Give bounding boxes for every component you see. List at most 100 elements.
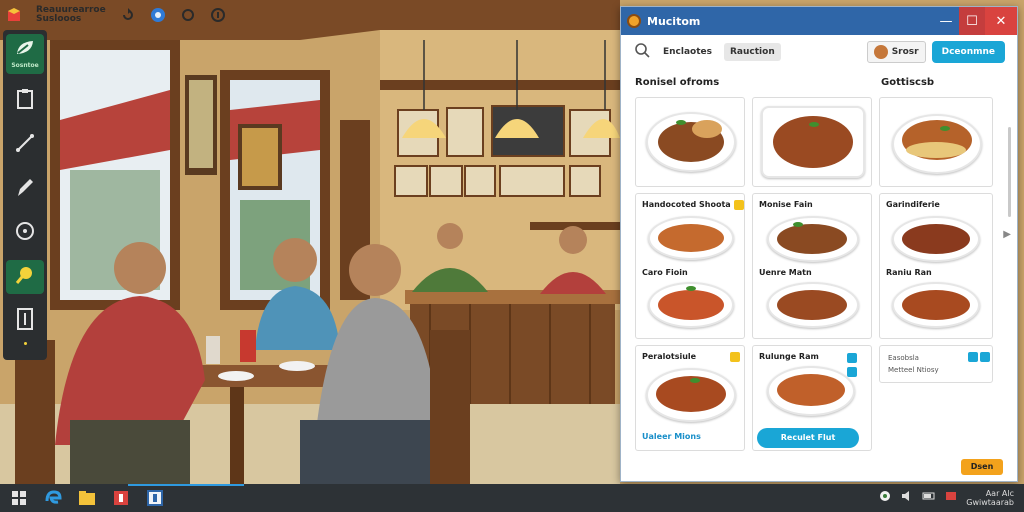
close-button[interactable]: ✕ xyxy=(985,7,1017,35)
window-titlebar[interactable]: Mucitom — ☐ ✕ xyxy=(621,7,1017,35)
card-label: Caro Fioin xyxy=(642,268,688,277)
office-app-icon[interactable] xyxy=(112,489,130,507)
dish-card[interactable] xyxy=(752,97,872,187)
info-line1: Easobsla xyxy=(888,354,919,362)
user-label: Srosr xyxy=(891,47,919,57)
star-badge-icon xyxy=(730,352,740,362)
tray-title: Reauurearroe Suslooos xyxy=(36,6,106,24)
dock-pen-button[interactable] xyxy=(6,172,44,206)
card-label: Monise Fain xyxy=(759,200,813,209)
notification-icon[interactable] xyxy=(944,488,958,507)
garnish-leaf xyxy=(686,286,696,291)
dish-card[interactable] xyxy=(879,97,993,187)
target-icon xyxy=(14,220,36,246)
card-label: Peralotsiule xyxy=(642,352,697,361)
card-label: Raniu Ran xyxy=(886,268,932,277)
line-tool-icon xyxy=(14,132,36,158)
primary-action-button[interactable]: Dceonmne xyxy=(931,41,1005,63)
edit-icon[interactable] xyxy=(968,352,978,362)
info-card[interactable]: Easobsla Metteel Ntiosy xyxy=(879,345,993,383)
clipboard-icon xyxy=(15,88,35,114)
document-icon xyxy=(15,307,35,335)
garnish-leaf xyxy=(940,126,950,131)
top-tray: Reauurearroe Suslooos xyxy=(0,0,226,30)
pinned-app-icon[interactable] xyxy=(146,489,164,507)
file-explorer-icon[interactable] xyxy=(78,489,96,507)
browser-icon[interactable] xyxy=(150,7,166,23)
window-title: Mucitom xyxy=(647,14,701,28)
reload-icon[interactable] xyxy=(180,7,196,23)
left-dock: Sosntoe xyxy=(3,30,47,360)
maximize-button[interactable]: ☐ xyxy=(959,7,985,35)
dish-card[interactable]: Monise Fain Uenre Matn xyxy=(752,193,872,339)
app-logo-icon xyxy=(627,14,641,28)
dish-card[interactable]: Garindiferie Raniu Ran xyxy=(879,193,993,339)
dish-food xyxy=(658,224,724,252)
minimize-button[interactable]: — xyxy=(933,7,959,35)
dish-noodles xyxy=(906,142,966,158)
dock-search-button[interactable] xyxy=(6,260,44,294)
tab-rauction[interactable]: Rauction xyxy=(724,43,781,61)
dish-food xyxy=(658,290,724,320)
select-dish-button[interactable]: Reculet Flut xyxy=(757,428,859,448)
user-button[interactable]: Srosr xyxy=(866,41,926,63)
volume-icon[interactable] xyxy=(900,488,914,507)
star-badge-icon xyxy=(734,200,744,210)
pen-icon xyxy=(14,176,36,202)
card-label: Uenre Matn xyxy=(759,268,812,277)
info-line2: Metteel Ntiosy xyxy=(888,366,939,374)
dish-food xyxy=(777,290,847,320)
clock[interactable]: Aar Alc Gwiwtaarab xyxy=(966,489,1014,507)
section-title-right: Gottiscsb xyxy=(881,77,935,88)
leaf-icon xyxy=(14,39,36,61)
info-icon[interactable] xyxy=(210,7,226,23)
clock-date: Gwiwtaarab xyxy=(966,497,1014,507)
dish-card[interactable]: Peralotsiule Ualeer Mions xyxy=(635,345,745,451)
taskbar-active-indicator xyxy=(128,484,244,486)
dish-food xyxy=(902,290,970,320)
dock-indicator-dot xyxy=(23,342,27,345)
edge-browser-icon[interactable] xyxy=(44,489,62,507)
scroll-right-chevron-icon[interactable]: ▶ xyxy=(1003,229,1011,240)
dock-clipboard-button[interactable] xyxy=(6,84,44,118)
section-title-left: Ronisel ofroms xyxy=(635,77,720,88)
card-label: Rulunge Ram xyxy=(759,352,819,361)
card-link[interactable]: Ualeer Mions xyxy=(642,432,701,441)
share-icon[interactable] xyxy=(980,352,990,362)
dish-food xyxy=(777,374,845,406)
edit-icon[interactable] xyxy=(847,353,857,363)
window-toolbar: Enclaotes Rauction Srosr Dceonmne xyxy=(621,35,1017,69)
garnish-leaf xyxy=(690,378,700,383)
tab-enclaotes[interactable]: Enclaotes xyxy=(657,43,718,61)
dock-target-button[interactable] xyxy=(6,216,44,250)
dock-document-button[interactable] xyxy=(6,304,44,338)
clock-time: Aar Alc xyxy=(985,488,1014,498)
dish-card[interactable]: Handocoted Shoota Caro Fioin xyxy=(635,193,745,339)
search-icon xyxy=(14,264,36,290)
dock-home-button[interactable]: Sosntoe xyxy=(6,34,44,74)
dish-bread xyxy=(692,120,722,138)
garnish-leaf xyxy=(676,120,686,125)
avatar xyxy=(873,45,888,59)
tray-title-line2: Suslooos xyxy=(36,14,82,24)
battery-icon[interactable] xyxy=(922,488,936,507)
dish-food xyxy=(902,224,970,254)
scrollbar[interactable] xyxy=(1008,127,1011,217)
done-button[interactable]: Dsen xyxy=(961,459,1003,475)
dish-food xyxy=(777,224,847,254)
garnish-leaf xyxy=(793,222,803,227)
taskbar xyxy=(0,484,1024,512)
windows-start-icon[interactable] xyxy=(10,489,28,507)
garnish-leaf xyxy=(809,122,819,127)
app-box-icon[interactable] xyxy=(6,7,22,23)
app-window: Mucitom — ☐ ✕ Enclaotes Rauction Srosr D… xyxy=(620,6,1018,482)
network-icon[interactable] xyxy=(878,488,892,507)
dish-card[interactable] xyxy=(635,97,745,187)
refresh-icon[interactable] xyxy=(120,7,136,23)
search-icon[interactable] xyxy=(633,41,651,63)
card-label: Garindiferie xyxy=(886,200,940,209)
share-icon[interactable] xyxy=(847,367,857,377)
dock-line-tool-button[interactable] xyxy=(6,128,44,162)
dock-home-label: Sosntoe xyxy=(11,62,39,69)
system-tray: Aar Alc Gwiwtaarab xyxy=(878,488,1014,507)
